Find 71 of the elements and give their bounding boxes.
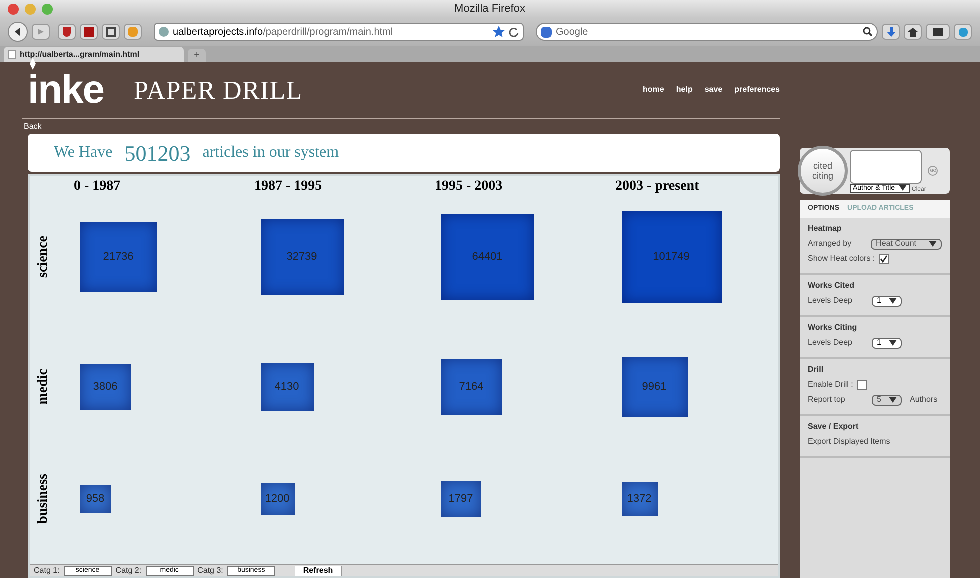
back-button[interactable] bbox=[8, 22, 28, 42]
check-icon bbox=[880, 255, 888, 263]
back-arrow-icon bbox=[14, 28, 22, 36]
download-button[interactable] bbox=[882, 24, 900, 40]
addon-button[interactable] bbox=[80, 24, 98, 40]
option-suffix: Authors bbox=[910, 394, 938, 406]
option-text[interactable]: Export Displayed Items bbox=[808, 436, 942, 448]
period-heading: 1995 - 2003 bbox=[434, 178, 504, 196]
article-count: 501203 bbox=[124, 140, 191, 168]
browser-tab[interactable]: http://ualberta...gram/main.html bbox=[4, 47, 184, 62]
category-field-label: Catg 1: bbox=[34, 566, 60, 576]
checkbox[interactable] bbox=[857, 380, 868, 390]
nav-link[interactable]: preferences bbox=[734, 84, 780, 96]
category-label: business bbox=[34, 474, 52, 524]
home-icon bbox=[908, 28, 918, 36]
square-icon bbox=[106, 27, 116, 37]
section-title: Drill bbox=[808, 364, 825, 376]
search-icon[interactable] bbox=[863, 27, 873, 37]
app-title: PAPER DRILL bbox=[134, 74, 303, 106]
home-button[interactable] bbox=[904, 24, 922, 40]
category-label: science bbox=[34, 236, 52, 278]
cited-citing-toggle[interactable]: cited citing bbox=[798, 146, 848, 196]
url-text: ualbertaprojects.info/paperdrill/program/main.html bbox=[173, 26, 394, 40]
category-field-label: Catg 3: bbox=[198, 566, 224, 576]
nav-link[interactable]: help bbox=[676, 84, 693, 96]
new-tab-button[interactable]: + bbox=[188, 49, 206, 62]
search-input[interactable] bbox=[850, 150, 922, 184]
reload-icon[interactable] bbox=[509, 27, 519, 37]
section-title: Works Cited bbox=[808, 280, 856, 292]
category-field-label: Catg 2: bbox=[116, 566, 142, 576]
checkbox[interactable] bbox=[879, 254, 890, 264]
window-title: Mozilla Firefox bbox=[454, 2, 526, 17]
bookmark-button[interactable] bbox=[58, 24, 76, 40]
shield-icon bbox=[63, 27, 71, 37]
option-select[interactable]: 1 bbox=[872, 296, 902, 306]
nav-link[interactable]: home bbox=[643, 84, 664, 96]
option-label: Show Heat colors : bbox=[808, 253, 876, 265]
section-title: Works Citing bbox=[808, 322, 858, 334]
url-field[interactable]: ualbertaprojects.info/paperdrill/program/main.html bbox=[154, 23, 524, 41]
summary-text: articles in our system bbox=[202, 143, 340, 163]
window-icon bbox=[933, 28, 943, 36]
pen-nib-icon bbox=[30, 58, 36, 70]
caret-icon bbox=[889, 340, 897, 346]
close-icon[interactable] bbox=[8, 4, 19, 14]
option-label: Levels Deep bbox=[808, 295, 854, 307]
caret-icon bbox=[929, 241, 937, 247]
summary-text: We Have bbox=[54, 143, 113, 163]
menu-button[interactable] bbox=[926, 24, 950, 40]
inke-logo: inke bbox=[28, 70, 104, 110]
option-select[interactable]: 1 bbox=[872, 338, 902, 348]
download-icon bbox=[886, 27, 896, 37]
section-title: Save / Export bbox=[808, 421, 860, 433]
period-heading: 0 - 1987 bbox=[73, 178, 122, 196]
category-label: medic bbox=[34, 369, 52, 405]
search-field[interactable]: Google bbox=[536, 23, 878, 41]
option-label: Report top bbox=[808, 394, 846, 406]
addon-button[interactable] bbox=[102, 24, 120, 40]
option-label: Arranged by bbox=[808, 238, 853, 250]
period-heading: 1987 - 1995 bbox=[254, 178, 324, 196]
option-label: Enable Drill : bbox=[808, 379, 854, 391]
back-link[interactable]: Back bbox=[24, 122, 780, 132]
option-label: Levels Deep bbox=[808, 337, 854, 349]
section-title: Heatmap bbox=[808, 223, 843, 235]
caret-icon bbox=[889, 298, 897, 304]
nav-link[interactable]: save bbox=[704, 84, 723, 96]
period-heading: 2003 - present bbox=[614, 178, 700, 196]
page-icon bbox=[8, 50, 16, 59]
star-icon[interactable] bbox=[493, 26, 505, 38]
caret-icon bbox=[889, 397, 897, 403]
refresh-button[interactable]: Refresh bbox=[295, 566, 342, 576]
forward-arrow-icon bbox=[38, 29, 44, 35]
